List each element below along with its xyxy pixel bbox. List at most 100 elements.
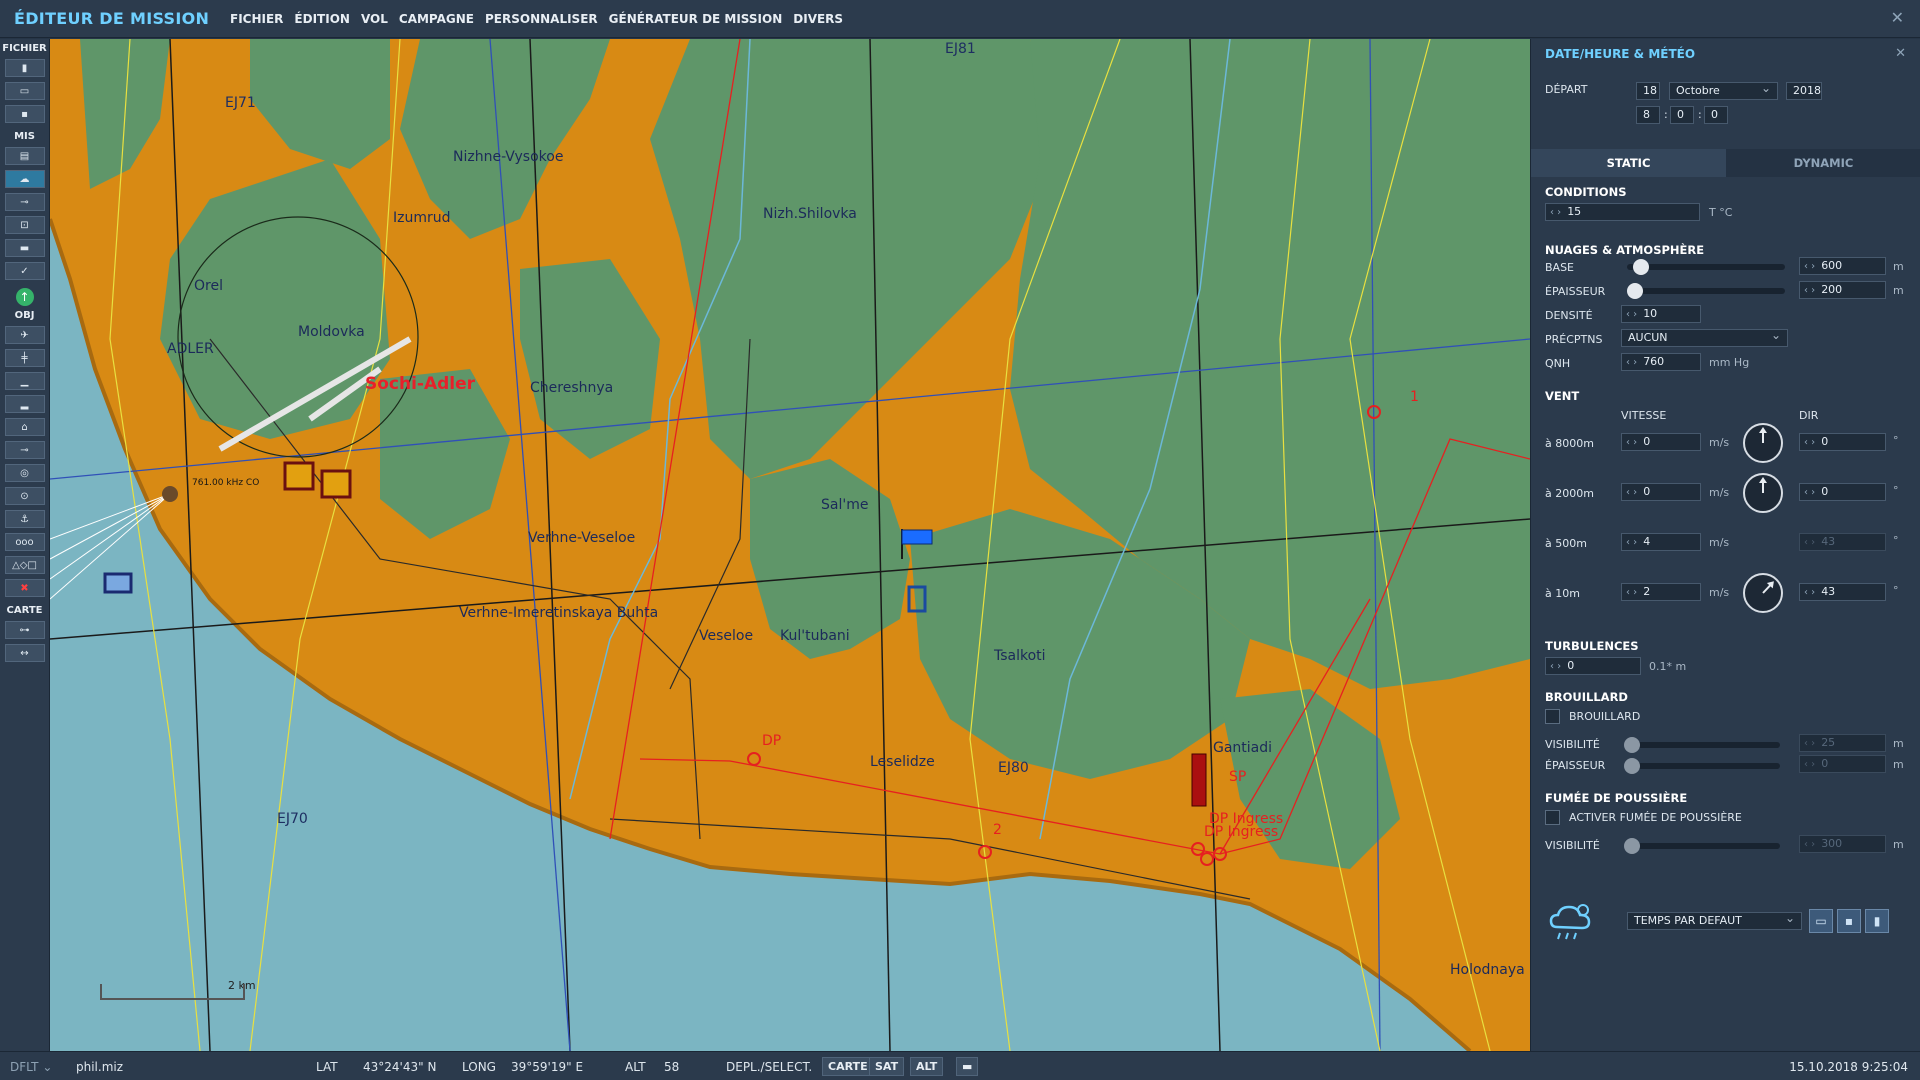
- menu-edition[interactable]: ÉDITION: [294, 12, 350, 26]
- wind-speed-field[interactable]: ‹ › 0: [1621, 483, 1701, 501]
- circle-zone-icon[interactable]: ⊙: [4, 487, 45, 505]
- depart-hour-field[interactable]: 8: [1636, 106, 1660, 124]
- wind-speed-field[interactable]: ‹ › 4: [1621, 533, 1701, 551]
- new-file-icon[interactable]: ▮: [4, 59, 45, 77]
- window-close-icon[interactable]: ✕: [1891, 8, 1904, 27]
- slider-knob[interactable]: [1627, 283, 1643, 299]
- dust-visibility-label: VISIBILITÉ: [1545, 839, 1600, 852]
- flight-path-icon[interactable]: ⊸: [4, 193, 45, 211]
- helicopter-icon[interactable]: ╪: [4, 349, 45, 367]
- density-value: 10: [1643, 307, 1658, 320]
- cloud-thickness-slider[interactable]: [1627, 283, 1785, 299]
- toggle-overlay-icon[interactable]: ▬: [956, 1057, 979, 1076]
- briefing-icon[interactable]: ▬: [4, 239, 45, 257]
- depart-month-select[interactable]: Octobre: [1669, 80, 1778, 100]
- wind-dir-value: 0: [1821, 435, 1829, 448]
- wind-dir-field[interactable]: ‹ › 43: [1799, 583, 1886, 601]
- precip-select[interactable]: AUCUN: [1621, 327, 1788, 347]
- cloud-base-field[interactable]: ‹ › 600: [1799, 257, 1886, 275]
- map-label-town: Sal'me: [821, 497, 869, 513]
- wind-speed-field[interactable]: ‹ › 0: [1621, 433, 1701, 451]
- qnh-field[interactable]: ‹ › 760: [1621, 353, 1701, 371]
- wind-dir-field: ‹ › 43: [1799, 533, 1886, 551]
- map-mode-carte-button[interactable]: CARTE: [822, 1057, 874, 1076]
- menu-divers[interactable]: DIVERS: [793, 12, 843, 26]
- depart-second-field[interactable]: 0: [1704, 106, 1728, 124]
- static-object-icon[interactable]: ⌂: [4, 418, 45, 436]
- waypoint-label[interactable]: SP: [1229, 769, 1246, 785]
- shapes-icon[interactable]: △◇□: [4, 556, 45, 574]
- map-label-town: Nizh.Shilovka: [763, 206, 857, 222]
- map-label-town: Verhne-Imeretinskaya Buhta: [459, 605, 659, 621]
- conditions-heading: CONDITIONS: [1545, 185, 1627, 199]
- depart-minute-field[interactable]: 0: [1670, 106, 1694, 124]
- ground-unit-icon[interactable]: ▂: [4, 395, 45, 413]
- waypoint-icon[interactable]: ⊸: [4, 441, 45, 459]
- depart-year-field[interactable]: 2018: [1786, 82, 1822, 100]
- map-mode-alt-button[interactable]: ALT: [910, 1057, 944, 1076]
- fog-visibility-slider: [1624, 737, 1780, 753]
- menu-campagne[interactable]: CAMPAGNE: [399, 12, 474, 26]
- save-icon[interactable]: ▪: [1837, 909, 1861, 933]
- tab-dynamic[interactable]: DYNAMIC: [1726, 149, 1920, 177]
- wind-direction-dial[interactable]: [1743, 473, 1783, 513]
- temperature-field[interactable]: ‹ › 15: [1545, 203, 1700, 221]
- wind-direction-dial[interactable]: [1743, 423, 1783, 463]
- fog-checkbox-label: BROUILLARD: [1569, 710, 1641, 723]
- profile-select[interactable]: DFLT ⌄: [10, 1060, 52, 1074]
- formation-icon[interactable]: ooo: [4, 533, 45, 551]
- checkmark-icon[interactable]: ✓: [4, 262, 45, 280]
- density-field[interactable]: ‹ › 10: [1621, 305, 1701, 323]
- arrow-up-icon[interactable]: ↑: [15, 288, 34, 306]
- ship-icon[interactable]: ▁: [4, 372, 45, 390]
- cloud-thickness-field[interactable]: ‹ › 200: [1799, 281, 1886, 299]
- delete-icon[interactable]: ✖: [4, 579, 45, 597]
- wind-direction-dial[interactable]: [1743, 573, 1783, 613]
- open-folder-icon[interactable]: ▭: [4, 82, 45, 100]
- weather-preset-select[interactable]: TEMPS PAR DEFAUT: [1627, 910, 1802, 930]
- waypoint-label[interactable]: DP Ingress: [1204, 824, 1278, 840]
- qnh-unit: mm Hg: [1709, 356, 1750, 369]
- top-menu-bar: ÉDITEUR DE MISSION FICHIER ÉDITION VOL C…: [0, 0, 1920, 38]
- map-label-town: ADLER: [167, 341, 214, 357]
- aircraft-icon[interactable]: ✈: [4, 326, 45, 344]
- ruler-icon[interactable]: ↔: [4, 644, 45, 662]
- open-folder-icon[interactable]: ▭: [1809, 909, 1833, 933]
- panel-close-icon[interactable]: ✕: [1895, 46, 1906, 61]
- save-icon[interactable]: ▪: [4, 105, 45, 123]
- menu-fichier[interactable]: FICHIER: [230, 12, 283, 26]
- waypoint-label[interactable]: 1: [1410, 389, 1419, 405]
- clouds-heading: NUAGES & ATMOSPHÈRE: [1545, 243, 1705, 257]
- turbulence-field[interactable]: ‹ › 0: [1545, 657, 1641, 675]
- menu-vol[interactable]: VOL: [361, 12, 388, 26]
- depart-day-field[interactable]: 18: [1636, 82, 1660, 100]
- target-zone-icon[interactable]: ◎: [4, 464, 45, 482]
- mission-goals-icon[interactable]: ▤: [4, 147, 45, 165]
- menu-generateur[interactable]: GÉNÉRATEUR DE MISSION: [609, 12, 783, 26]
- fog-thickness-unit: m: [1893, 758, 1904, 771]
- map-mode-sat-button[interactable]: SAT: [869, 1057, 905, 1076]
- map-label-town: Leselidze: [870, 754, 935, 770]
- qnh-value: 760: [1643, 355, 1665, 368]
- weather-icon[interactable]: ☁: [4, 170, 45, 188]
- carrier-icon[interactable]: ⚓: [4, 510, 45, 528]
- tab-static[interactable]: STATIC: [1531, 149, 1726, 177]
- delete-icon[interactable]: ▮: [1865, 909, 1889, 933]
- slider-knob[interactable]: [1632, 259, 1649, 275]
- wind-speed-field[interactable]: ‹ › 2: [1621, 583, 1701, 601]
- wind-dir-field[interactable]: ‹ › 0: [1799, 483, 1886, 501]
- map-label-town: Nizhne-Vysokoe: [453, 149, 564, 165]
- mission-map[interactable]: EJ71 EJ81 Nizhne-Vysokoe Izumrud Nizh.Sh…: [50, 39, 1530, 1051]
- fog-checkbox[interactable]: [1545, 709, 1560, 724]
- wind-speed-unit: m/s: [1709, 586, 1730, 599]
- waypoint-label[interactable]: 2: [993, 822, 1002, 838]
- airport-label[interactable]: Sochi-Adler: [365, 374, 475, 394]
- cloud-base-slider[interactable]: [1627, 259, 1785, 275]
- triggers-icon[interactable]: ⊡: [4, 216, 45, 234]
- main-menu: FICHIER ÉDITION VOL CAMPAGNE PERSONNALIS…: [230, 12, 843, 26]
- wind-dir-field[interactable]: ‹ › 0: [1799, 433, 1886, 451]
- menu-personnaliser[interactable]: PERSONNALISER: [485, 12, 598, 26]
- dust-checkbox[interactable]: [1545, 810, 1560, 825]
- map-options-icon[interactable]: ⊶: [4, 621, 45, 639]
- waypoint-label[interactable]: DP: [762, 733, 781, 749]
